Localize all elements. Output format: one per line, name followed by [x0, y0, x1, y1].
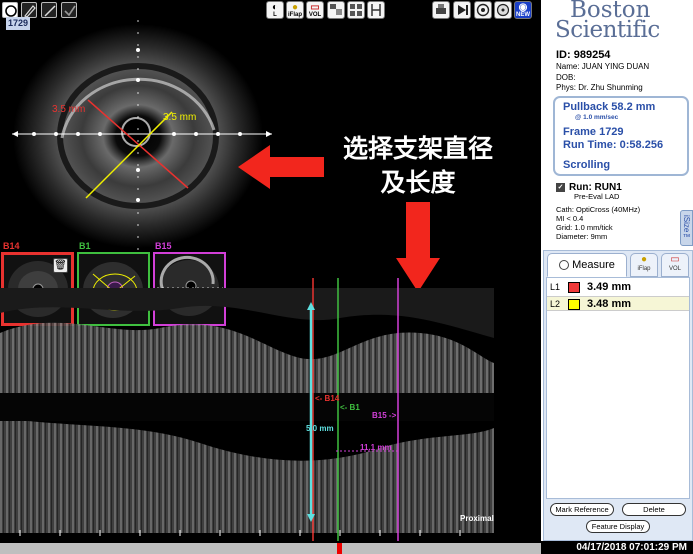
- patient-info: ID: 989254 Name: JUAN YING DUAN DOB: Phy…: [556, 48, 649, 94]
- circle-icon[interactable]: [2, 2, 18, 18]
- chinese-annotation: 选择支架直径 及长度: [318, 132, 518, 200]
- bottom-bar: 04/17/2018 07:01:29 PM: [0, 541, 693, 554]
- catheter-info: Cath: OptiCross (40MHz): [556, 205, 641, 215]
- vol-icon: ▭: [310, 2, 320, 13]
- cyan-length-label: 5.0 mm: [306, 424, 334, 433]
- date-time: 04/17/2018 07:01:29 PM: [576, 542, 687, 553]
- run-description: Pre-Eval LAD: [574, 192, 620, 202]
- vol-tab-icon: ▭: [670, 254, 680, 265]
- tab-vol[interactable]: ▭ VOL: [661, 253, 689, 277]
- grid-info: Grid: 1.0 mm/tick: [556, 223, 613, 233]
- play-icon: [458, 5, 468, 15]
- tab-iflap[interactable]: ● iFlap: [630, 253, 658, 277]
- slash-icon[interactable]: [41, 2, 57, 18]
- measurement-row-l1[interactable]: L1 3.49 mm: [547, 280, 689, 295]
- pullback-length: Pullback 58.2 mm: [563, 101, 656, 113]
- red-measure-label: 3.5 mm: [52, 104, 85, 115]
- disc-export-icon: [496, 3, 510, 17]
- export-button[interactable]: [494, 1, 512, 19]
- ivus-cross-section[interactable]: 3.5 mm 3.5 mm: [0, 20, 280, 250]
- measure-panel: Measure ● iFlap ▭ VOL L1 3.49 mm L2 3.48…: [543, 250, 693, 541]
- longview-b1-marker: <- B1: [340, 403, 360, 412]
- measure-icon: [559, 260, 570, 271]
- pullback-info-box: Pullback 58.2 mm @ 1.0 mm/sec Frame 1729…: [553, 96, 689, 176]
- lumen-band: [0, 393, 494, 421]
- longview-b15-marker: B15 ->: [372, 411, 397, 420]
- annotation-line-1: 选择支架直径: [342, 135, 493, 163]
- l2-color-swatch: [568, 299, 580, 310]
- yellow-measure-label: 3.5 mm: [163, 112, 196, 123]
- printer-icon: [436, 4, 446, 14]
- new-icon: ◉: [518, 2, 528, 13]
- red-arrow-left-icon: [238, 145, 324, 189]
- playback-mode: Scrolling: [563, 159, 611, 171]
- pen-icon[interactable]: [21, 2, 37, 18]
- bookmark-b15-label: B15: [155, 241, 172, 251]
- layout-button[interactable]: [327, 1, 345, 19]
- vessel-upper-wall: [0, 322, 494, 393]
- frame-scrubber[interactable]: [0, 543, 541, 554]
- delete-button[interactable]: Delete: [622, 503, 686, 516]
- run-expand-icon[interactable]: ✓: [556, 183, 565, 192]
- ruler-icon: [371, 4, 381, 16]
- layout-icon: [330, 4, 342, 15]
- brand-logo: Boston Scientific: [555, 0, 660, 43]
- patient-id: ID: 989254: [556, 49, 611, 61]
- bookmark-b14-label: B14: [3, 241, 20, 251]
- isize-tab[interactable]: iSize™: [680, 210, 693, 246]
- iflap-button[interactable]: ● iFlap: [286, 1, 304, 19]
- measurement-list: L1 3.49 mm L2 3.48 mm: [546, 277, 690, 499]
- longview-b14-marker: <- B14: [315, 394, 340, 403]
- longitudinal-view[interactable]: [0, 278, 541, 541]
- iflap-tab-icon: ●: [640, 254, 648, 265]
- trash-icon[interactable]: 🗑: [53, 258, 68, 273]
- print-button[interactable]: [432, 1, 450, 19]
- grid-icon: [350, 4, 362, 16]
- record-button[interactable]: [474, 1, 492, 19]
- iflap-icon: ●: [291, 2, 299, 13]
- lumen-button[interactable]: ◐ L: [266, 1, 284, 19]
- patient-name: Name: JUAN YING DUAN: [556, 62, 650, 71]
- bookmark-b1-label: B1: [79, 241, 91, 251]
- feature-display-button[interactable]: Feature Display: [586, 520, 650, 533]
- mi-info: MI < 0.4: [556, 214, 584, 224]
- vol-button[interactable]: ▭ VOL: [306, 1, 324, 19]
- mark-reference-button[interactable]: Mark Reference: [550, 503, 614, 516]
- play-button[interactable]: [453, 1, 471, 19]
- frame-number: Frame 1729: [563, 126, 624, 138]
- l1-color-swatch: [568, 282, 580, 293]
- vessel-lower-wall: [0, 418, 494, 533]
- run-info: ✓ Run: RUN1 Pre-Eval LAD Cath: OptiCross …: [556, 183, 640, 241]
- patient-dob: DOB:: [556, 72, 576, 82]
- new-button[interactable]: ◉ NEW: [514, 1, 532, 19]
- diameter-info: Diameter: 9mm: [556, 232, 608, 242]
- measurement-row-l2[interactable]: L2 3.48 mm: [547, 296, 689, 311]
- pullback-rate: @ 1.0 mm/sec: [575, 114, 619, 121]
- right-panel: Boston Scientific ID: 989254 Name: JUAN …: [541, 0, 693, 541]
- proximal-label: Proximal: [460, 514, 494, 523]
- lumen-icon: ◐: [271, 2, 279, 13]
- grid-button[interactable]: [347, 1, 365, 19]
- tab-measure[interactable]: Measure: [547, 253, 627, 277]
- patient-physician: Phys: Dr. Zhu Shunming: [556, 83, 643, 92]
- annotation-line-2: 及长度: [380, 169, 456, 197]
- checkbox-icon[interactable]: [61, 2, 77, 18]
- image-viewport: 1729 ◐ L ● iFlap ▭ VOL ◉ NEW 3.5 mm 3.5 …: [0, 0, 541, 541]
- scrubber-handle[interactable]: [337, 543, 342, 554]
- longview-margin: [494, 278, 541, 541]
- run-time: Run Time: 0:58.256: [563, 139, 664, 151]
- magenta-length-label: 11.1 mm: [360, 443, 392, 452]
- disc-icon: [476, 3, 490, 17]
- measure-tool-button[interactable]: [367, 1, 385, 19]
